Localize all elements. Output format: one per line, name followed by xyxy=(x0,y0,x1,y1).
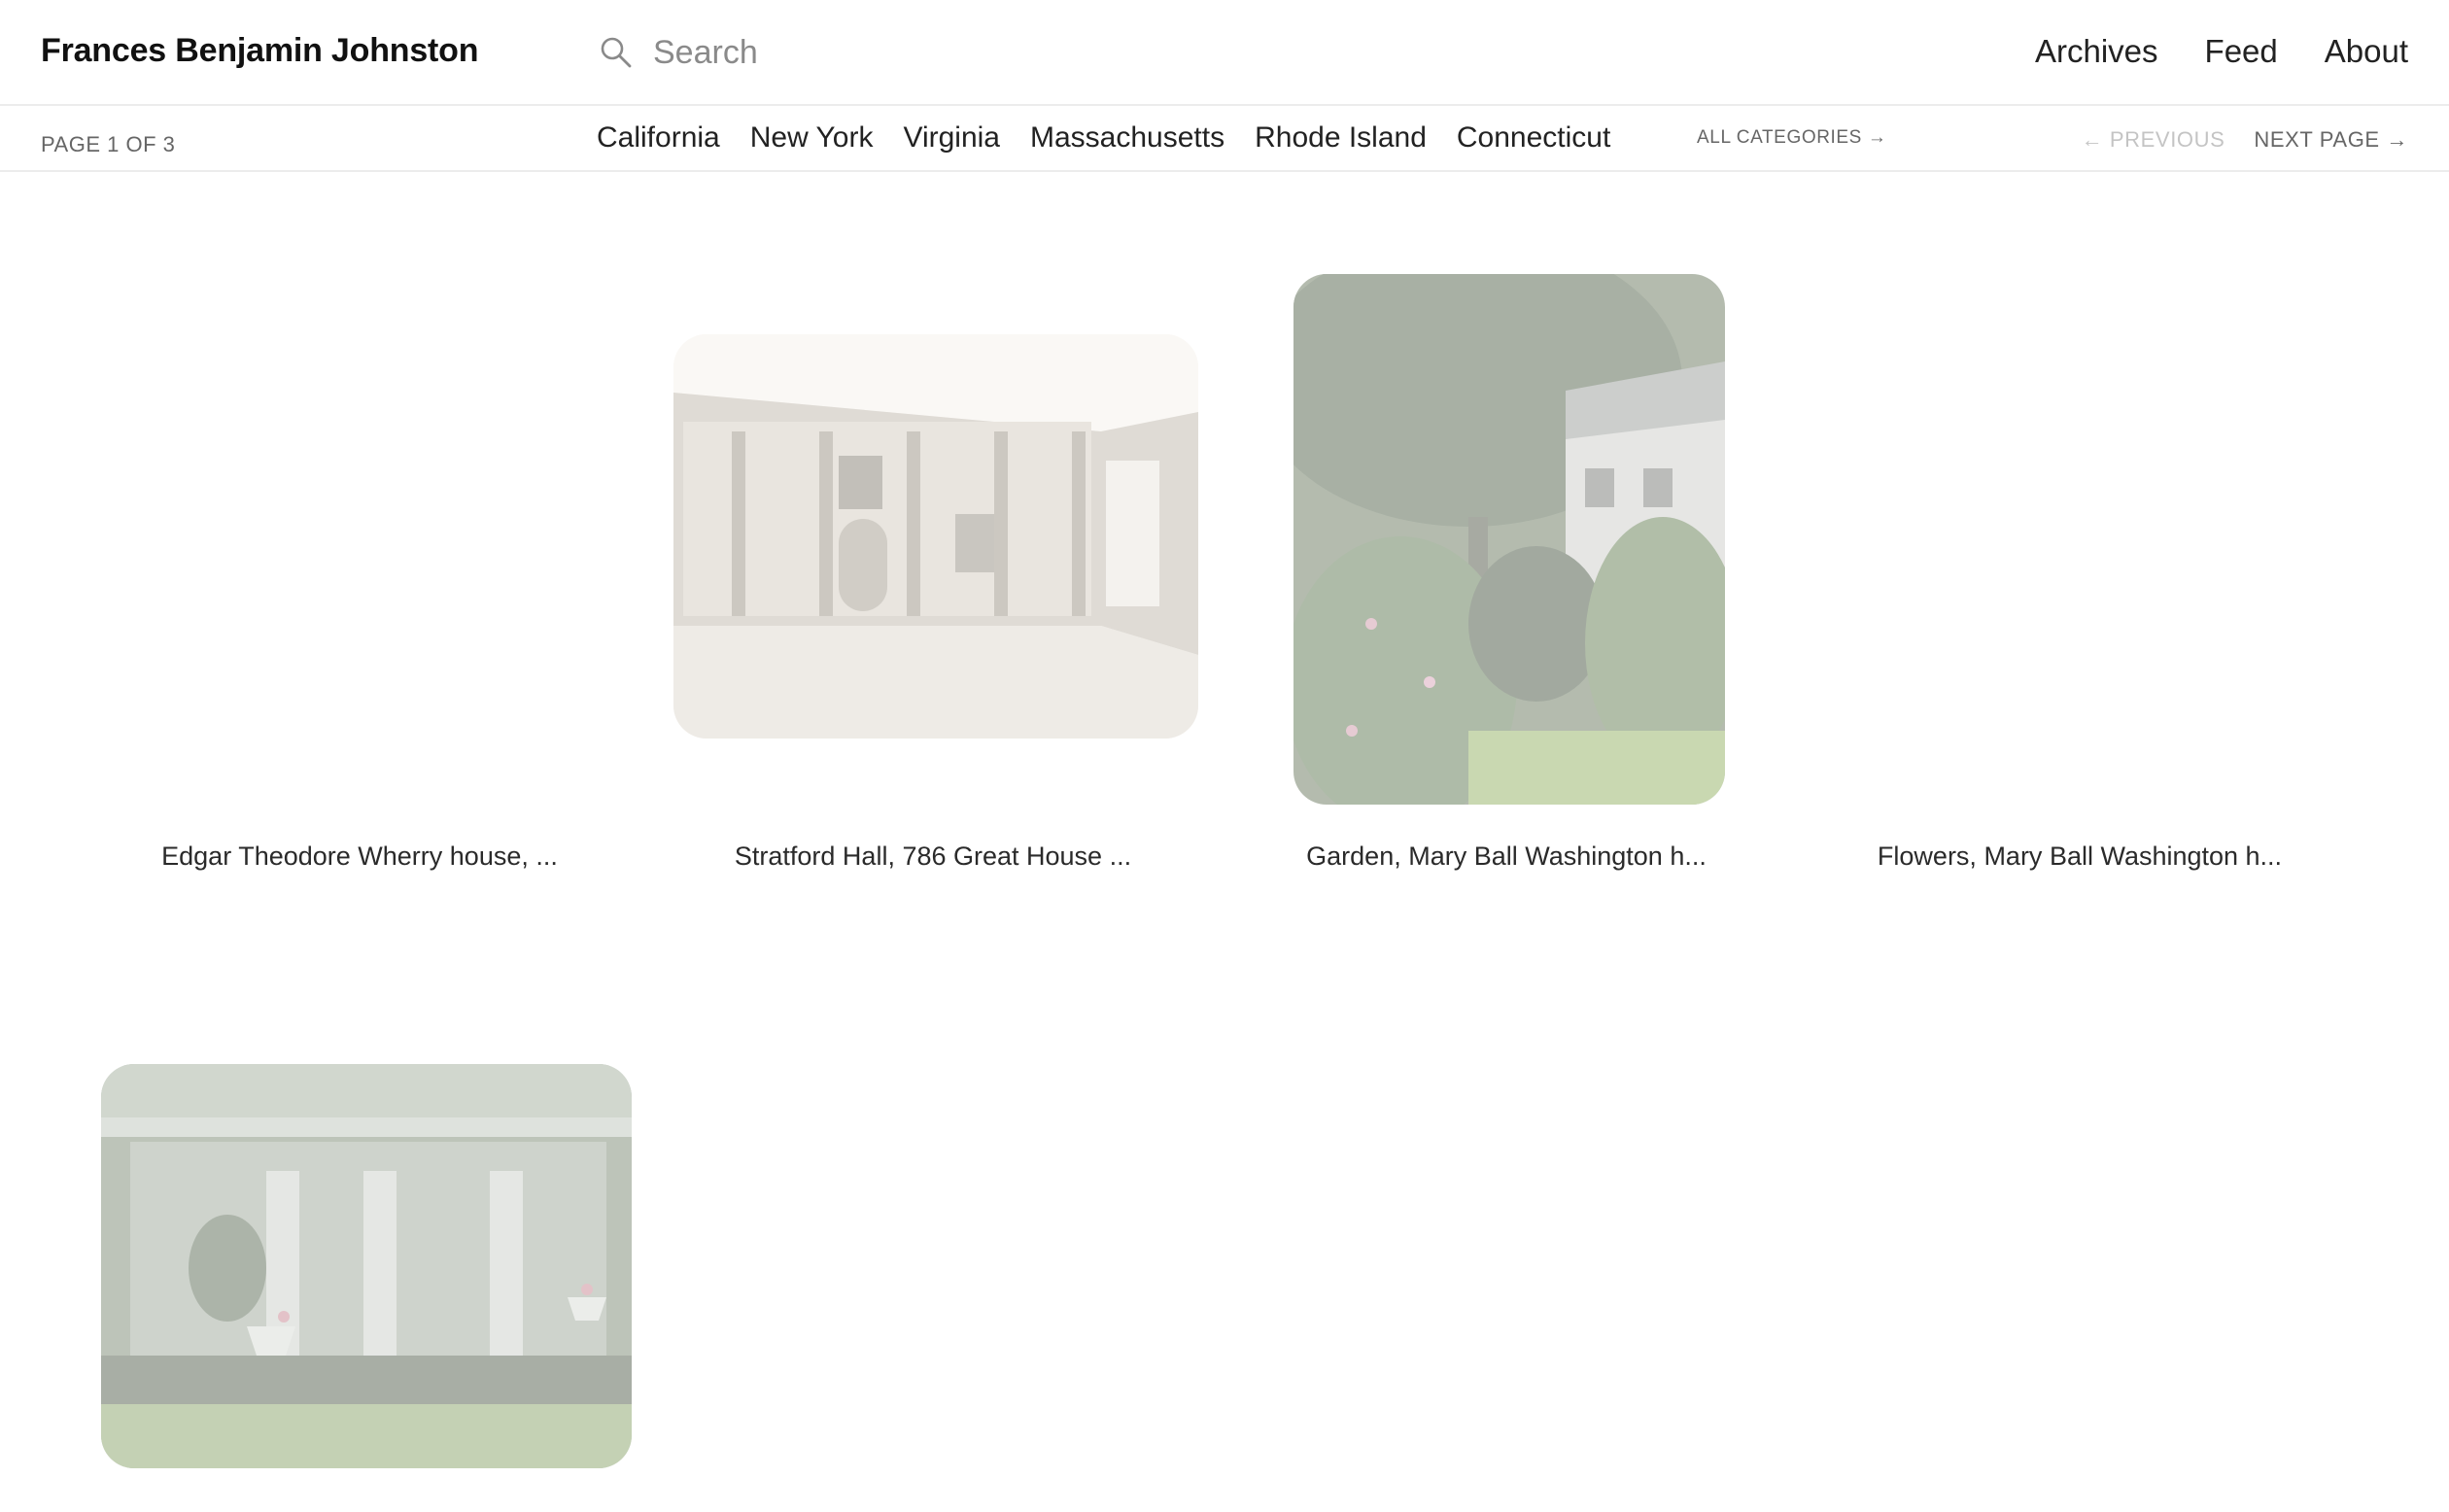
site-title[interactable]: Frances Benjamin Johnston xyxy=(41,32,479,70)
gallery-caption: Stratford Hall, 786 Great House ... xyxy=(734,842,1132,871)
gallery-card[interactable]: Flowers, Mary Ball Washington h... xyxy=(1793,262,2366,884)
search-input[interactable] xyxy=(653,33,1236,72)
gallery-caption: Edgar Theodore Wherry house, ... xyxy=(161,842,558,871)
gallery-caption: Flowers, Mary Ball Washington h... xyxy=(1877,842,2283,871)
nav-about-link[interactable]: About xyxy=(2325,33,2408,70)
gallery-thumbnail xyxy=(101,1064,632,1468)
nav-feed-link[interactable]: Feed xyxy=(2205,33,2278,70)
gallery-thumbnail xyxy=(673,334,1198,739)
nav-archives-link[interactable]: Archives xyxy=(2035,33,2158,70)
previous-page-link[interactable]: ← PREVIOUS xyxy=(2082,127,2225,153)
gallery-card[interactable]: Edgar Theodore Wherry house, ... xyxy=(73,262,646,884)
all-categories-link[interactable]: ALL CATEGORIES → xyxy=(1697,127,1886,149)
category-massachusetts[interactable]: Massachusetts xyxy=(1030,121,1224,155)
category-virginia[interactable]: Virginia xyxy=(903,121,1000,155)
page-indicator: PAGE 1 OF 3 xyxy=(41,132,176,156)
gallery-card[interactable]: Stratford Hall, 786 Great House ... xyxy=(646,262,1220,884)
top-nav: Archives Feed About xyxy=(2035,33,2408,70)
search-bar[interactable] xyxy=(599,27,1279,78)
gallery-card[interactable]: Garden, Mary Ball Washington h... xyxy=(1220,262,1793,884)
gallery-card[interactable] xyxy=(73,1049,646,1512)
category-connecticut[interactable]: Connecticut xyxy=(1457,121,1610,155)
category-bar: PAGE 1 OF 3 California New York Virginia… xyxy=(0,106,2449,172)
interior-photo-image xyxy=(673,334,1198,739)
garden-photo-image xyxy=(1293,274,1725,805)
top-header: Frances Benjamin Johnston Archives Feed … xyxy=(0,0,2449,106)
search-icon xyxy=(601,37,632,68)
category-new-york[interactable]: New York xyxy=(750,121,874,155)
next-page-link[interactable]: NEXT PAGE → xyxy=(2254,127,2408,153)
pagination: ← PREVIOUS NEXT PAGE → xyxy=(2082,127,2408,153)
category-rhode-island[interactable]: Rhode Island xyxy=(1255,121,1427,155)
gallery-caption: Garden, Mary Ball Washington h... xyxy=(1306,842,1707,871)
colonnade-photo-image xyxy=(101,1064,632,1468)
category-nav: California New York Virginia Massachuset… xyxy=(597,121,1610,155)
gallery-thumbnail xyxy=(1293,274,1725,805)
category-california[interactable]: California xyxy=(597,121,720,155)
